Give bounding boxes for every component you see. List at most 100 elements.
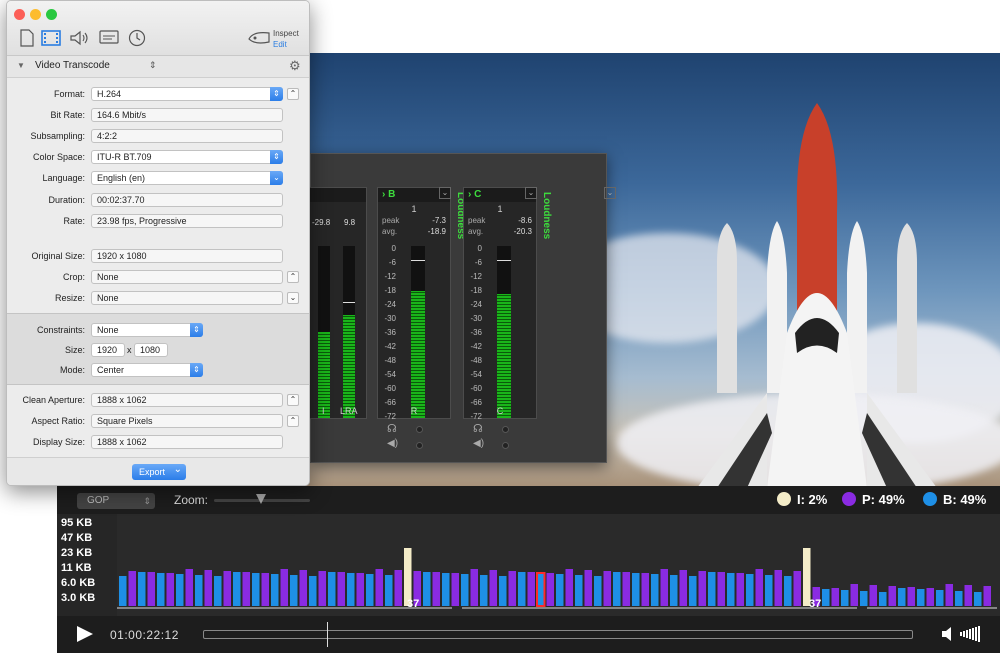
frame-bar-p[interactable] [451,573,460,606]
subtitles-icon[interactable] [99,29,119,47]
channel-c-collapse-icon[interactable]: ⌄ [525,187,537,199]
close-window-button[interactable] [14,9,25,20]
clean-aperture-collapse-button[interactable]: ⌃ [287,394,299,406]
section-popup-arrows-icon[interactable]: ⇕ [149,60,157,71]
frame-bar-b[interactable] [822,589,830,606]
frame-bar-p[interactable] [223,571,232,606]
frame-bar-b[interactable] [157,573,165,606]
resize-expand-button[interactable]: ⌄ [287,292,299,304]
language-popup[interactable]: English (en) ⌄ [91,171,283,185]
frame-bar-p[interactable] [774,570,783,606]
frame-bar-p[interactable] [660,569,669,606]
frame-bar-b[interactable] [936,590,944,606]
frame-bar-b[interactable] [328,572,336,606]
frame-bar-p[interactable] [299,570,308,606]
frame-bar-b[interactable] [271,574,279,606]
scrubber[interactable] [203,630,913,639]
format-collapse-button[interactable]: ⌃ [287,88,299,100]
gear-icon[interactable]: ⚙ [289,58,301,74]
frame-bar-p[interactable] [831,588,840,606]
frame-bar-p[interactable] [850,584,859,606]
channel-c-speaker-toggle[interactable] [502,442,509,449]
frame-bar-p[interactable] [983,586,992,606]
speaker-icon[interactable] [941,626,957,642]
frame-bar-p[interactable] [147,572,156,606]
mode-popup[interactable]: Center ⇕ [91,363,203,377]
channel-b-speaker-toggle[interactable] [416,442,423,449]
frame-bar-b[interactable] [689,576,697,606]
gop-select[interactable]: GOP [77,493,155,509]
channel-c-headphone-toggle[interactable] [502,426,509,433]
crop-collapse-button[interactable]: ⌃ [287,271,299,283]
frame-bar-p[interactable] [470,569,479,606]
frame-size-graph[interactable]: 95 KB 47 KB 23 KB 11 KB 6.0 KB 3.0 KB 37… [57,514,1000,616]
frame-bar-p[interactable] [907,587,916,606]
frame-bar-b[interactable] [708,572,716,606]
frame-bar-b[interactable] [347,573,355,606]
frame-bar-b[interactable] [746,574,754,606]
frame-bar-p[interactable] [888,586,897,606]
frame-bar-p[interactable] [128,571,137,606]
channel-c-headphone-icon[interactable]: ☊ [473,422,483,435]
frame-bar-p[interactable] [679,570,688,606]
frame-bar-p[interactable] [603,571,612,606]
clock-icon[interactable] [127,29,147,47]
document-icon[interactable] [17,29,37,47]
channel-b-collapse-icon[interactable]: ⌄ [439,187,451,199]
frame-bar-b[interactable] [765,575,773,606]
frame-bar-b[interactable] [651,574,659,606]
frame-bar-b[interactable] [670,575,678,606]
frame-bar-p[interactable] [622,572,631,606]
frame-bar-b[interactable] [309,576,317,606]
audio-icon[interactable] [69,29,89,47]
export-button[interactable]: Export [132,462,186,480]
frame-bar-p[interactable] [204,570,213,606]
frame-bar-p[interactable] [945,584,954,606]
frame-bar-b[interactable] [594,576,602,606]
frame-bar-p[interactable] [964,585,973,606]
channel-b-speaker-icon[interactable]: ◀) [387,438,398,449]
frame-bar-p[interactable] [793,571,802,606]
frame-bar-b[interactable] [176,574,184,606]
frame-bar-p[interactable] [869,585,878,606]
edit-link[interactable]: Edit [273,40,287,49]
frame-bar-p[interactable] [166,573,175,606]
frame-bar-b[interactable] [955,591,963,606]
frame-bar-b[interactable] [233,572,241,606]
frame-bar-p[interactable] [546,573,555,606]
frame-bar-b[interactable] [974,592,982,606]
section-header[interactable]: ▼ Video Transcode ⇕ ⚙ [7,56,309,78]
frame-bar-b[interactable] [613,572,621,606]
frame-bar-b[interactable] [860,591,868,606]
frame-bar-b[interactable] [879,592,887,606]
channel-b-headphone-toggle[interactable] [416,426,423,433]
frame-bar-p[interactable] [698,571,707,606]
frame-bar-p[interactable] [508,571,517,606]
frame-bar-p[interactable] [185,569,194,606]
scrubber-playhead[interactable] [327,622,328,647]
video-icon[interactable] [41,29,61,47]
volume-slider[interactable] [960,625,984,643]
frame-bar-b[interactable] [632,573,640,606]
color-space-popup[interactable]: ITU-R BT.709 ⇕ [91,150,283,164]
frame-bar-b[interactable] [784,576,792,606]
frame-bar-b[interactable] [461,574,469,606]
frame-bar-p[interactable] [717,572,726,606]
frame-bar-p[interactable] [565,569,574,606]
frame-bar-p[interactable] [736,573,745,606]
frame-bar-b[interactable] [518,572,526,606]
aspect-ratio-collapse-button[interactable]: ⌃ [287,415,299,427]
frame-bar-p[interactable] [926,588,935,606]
channel-d-collapse-icon[interactable]: ⌄ [604,187,616,199]
frame-bar-b[interactable] [423,572,431,606]
play-button[interactable] [77,626,93,642]
frame-bar-p[interactable] [641,573,650,606]
frame-bar-p[interactable] [337,572,346,606]
frame-bar-b[interactable] [385,575,393,606]
channel-c-speaker-icon[interactable]: ◀) [473,438,484,449]
frame-bar-b[interactable] [442,573,450,606]
zoom-window-button[interactable] [46,9,57,20]
frame-bar-b[interactable] [195,575,203,606]
frame-bar-p[interactable] [242,572,251,606]
frame-bar-b[interactable] [252,573,260,606]
